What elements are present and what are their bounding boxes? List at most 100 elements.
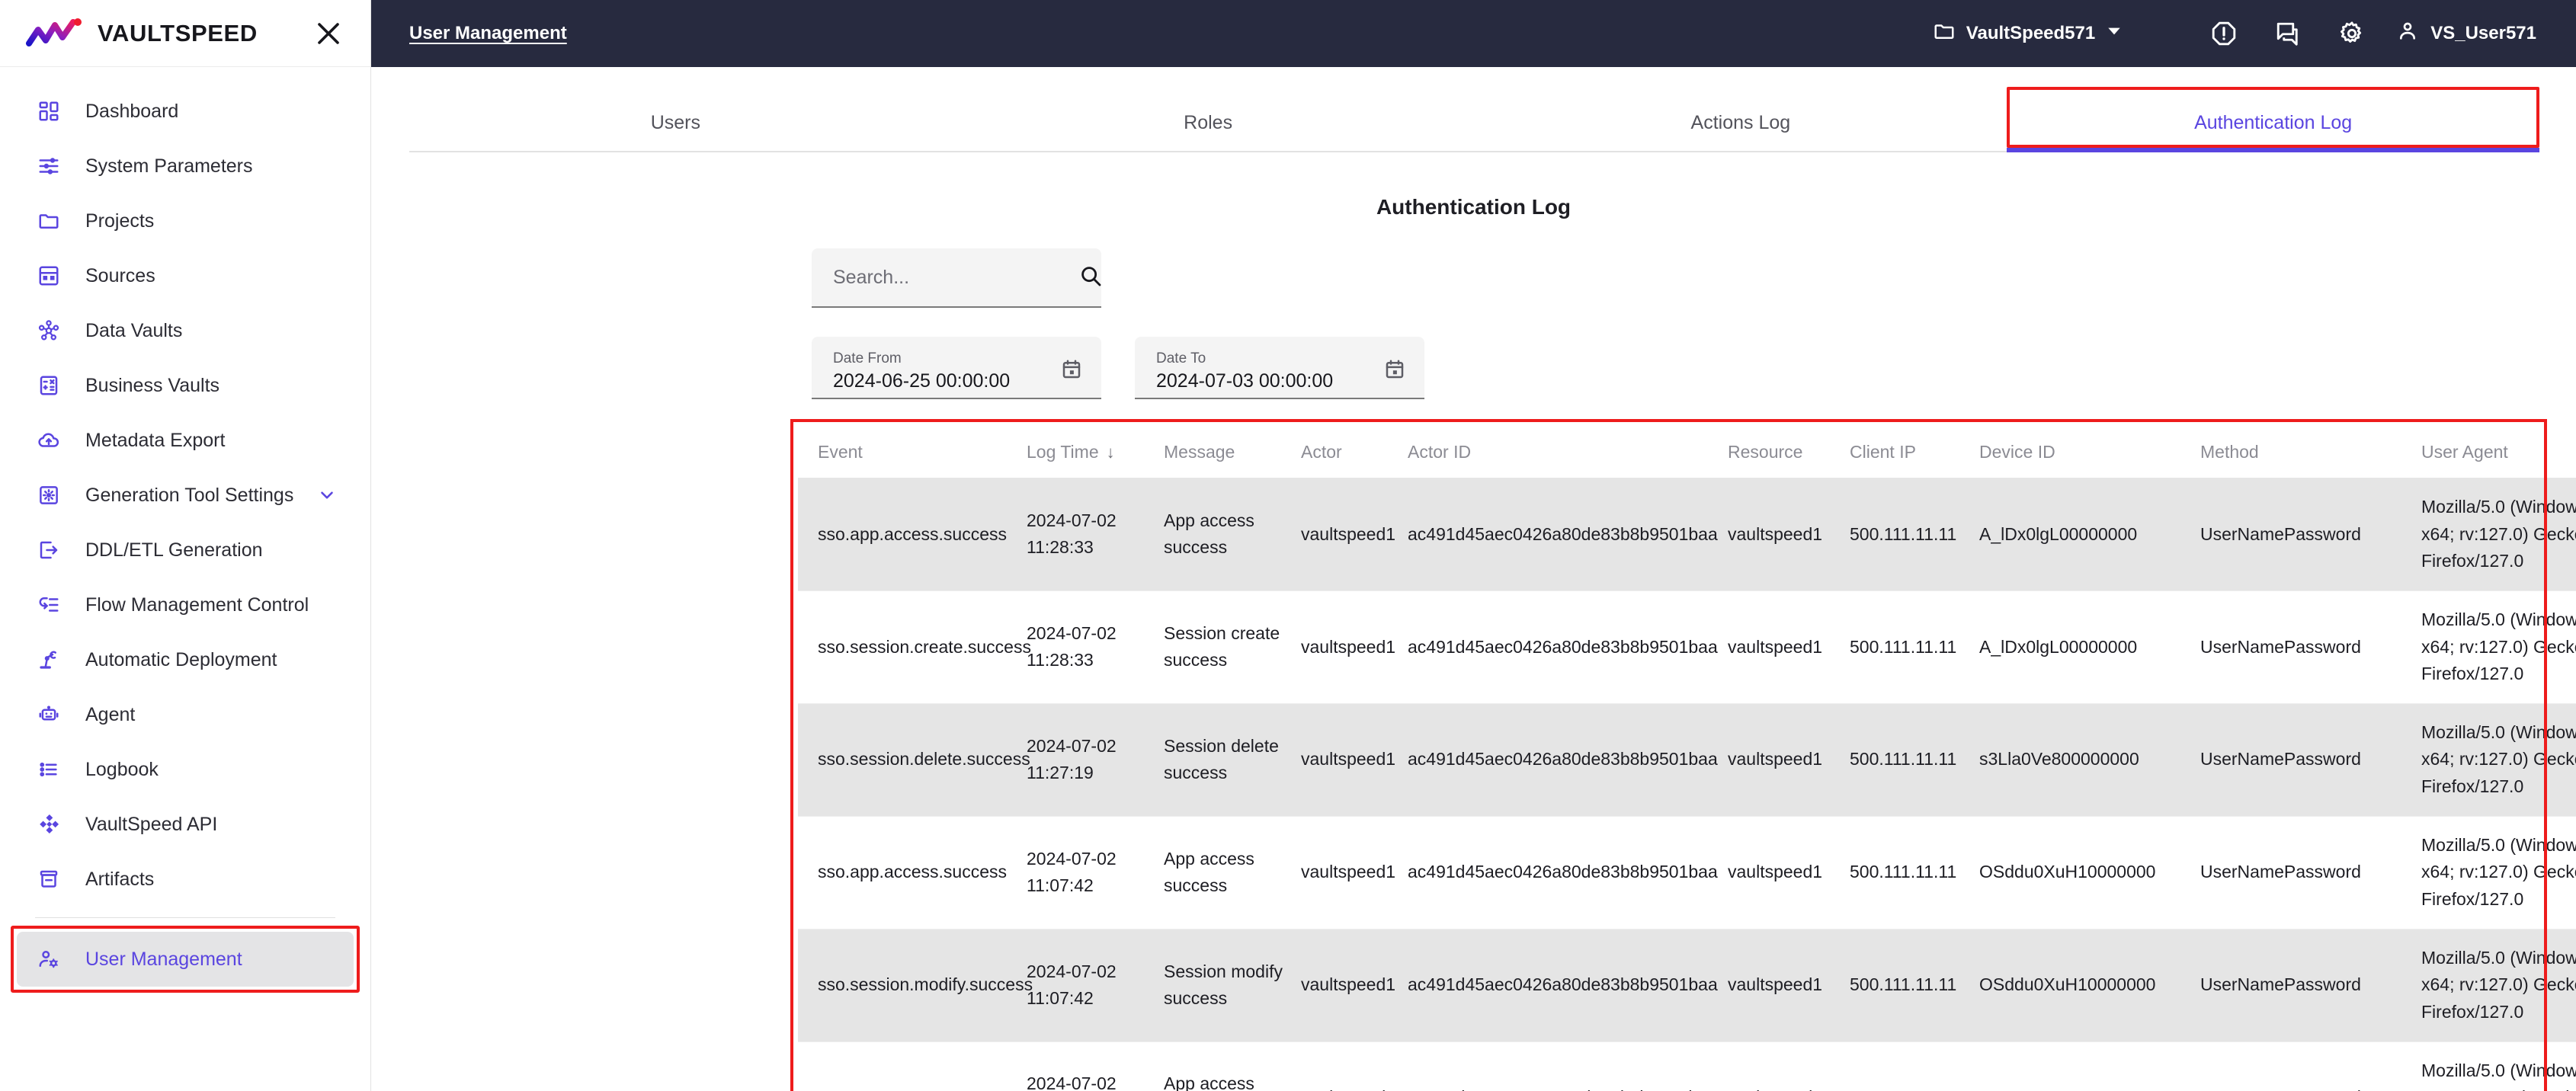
sidebar-item-automatic-deployment[interactable]: Automatic Deployment [17, 632, 354, 687]
tab-label: Actions Log [1690, 112, 1791, 133]
folder-icon [34, 206, 64, 236]
date-to-col: Date To 2024-07-03 00:00:00 [1156, 350, 1383, 392]
table-row[interactable]: sso.session.create.success 2024-07-02 11:… [798, 590, 2576, 704]
cell-device-id: A_lDx0lgL00000000 [1979, 590, 2200, 704]
col-label: Message [1164, 442, 1235, 462]
cell-device-id: OSddu0XuH10000000 [1979, 816, 2200, 929]
breadcrumb[interactable]: User Management [409, 23, 567, 44]
search-box[interactable] [812, 248, 1101, 308]
sidebar-item-generation-tool-settings[interactable]: Generation Tool Settings [17, 468, 354, 523]
tab-authentication-log[interactable]: Authentication Log [2007, 67, 2539, 152]
tab-actions-log[interactable]: Actions Log [1475, 67, 2007, 151]
cell-method: UserNamePassword [2200, 816, 2421, 929]
sidebar-item-label: System Parameters [85, 155, 253, 177]
sidebar-item-agent[interactable]: Agent [17, 687, 354, 742]
sidebar-nav: Dashboard System Parameters Projects Sou… [0, 67, 370, 1091]
sidebar-item-artifacts[interactable]: Artifacts [17, 852, 354, 907]
table-row[interactable]: sso.app.access.success2024-07-02 11:07:3… [798, 1041, 2576, 1091]
column-header-event[interactable]: Event [798, 425, 1027, 478]
topbar: User Management VaultSpeed571 VS_User571 [371, 0, 2576, 67]
sidebar-item-ddl-etl-generation[interactable]: DDL/ETL Generation [17, 523, 354, 577]
sidebar: VAULTSPEED Dashboard System Parameters P… [0, 0, 371, 1091]
search-icon[interactable] [1078, 264, 1103, 292]
content-area: Users Roles Actions Log Authentication L… [371, 67, 2576, 1091]
col-label: Log Time [1027, 442, 1099, 462]
chevron-down-icon[interactable] [317, 485, 337, 505]
tabs: Users Roles Actions Log Authentication L… [409, 67, 2539, 152]
gear-icon[interactable] [2328, 10, 2376, 57]
date-from-col: Date From 2024-06-25 00:00:00 [833, 350, 1060, 392]
robot-icon [34, 699, 64, 730]
brand: VAULTSPEED [26, 18, 258, 50]
tab-label: Roles [1184, 112, 1233, 133]
column-header-actor[interactable]: Actor [1301, 425, 1408, 478]
calendar-icon[interactable] [1383, 358, 1406, 385]
col-label: User Agent [2421, 442, 2508, 462]
cell-actor-id: ac491d45aec0426a80de83b8b9501baa [1408, 929, 1728, 1042]
sidebar-item-business-vaults[interactable]: Business Vaults [17, 358, 354, 413]
column-header-log-time[interactable]: Log Time ↓ [1027, 425, 1164, 478]
chat-icon[interactable] [2264, 10, 2312, 57]
sidebar-header: VAULTSPEED [0, 0, 370, 67]
column-header-actor-id[interactable]: Actor ID [1408, 425, 1728, 478]
cell-user-agent: Mozilla/5.0 (Windows NT 10.0; Win64; x64… [2421, 816, 2576, 929]
cell-log-time: 2024-07-02 11:07:42 [1027, 816, 1164, 929]
cell-log-time: 2024-07-02 11:28:33 [1027, 590, 1164, 704]
sidebar-item-sources[interactable]: Sources [17, 248, 354, 303]
column-header-message[interactable]: Message [1164, 425, 1301, 478]
col-label: Actor [1301, 442, 1342, 462]
sidebar-item-system-parameters[interactable]: System Parameters [17, 139, 354, 194]
tab-roles[interactable]: Roles [942, 67, 1475, 151]
vaultspeed-logo-icon [26, 18, 84, 50]
table-row[interactable]: sso.session.modify.success 2024-07-02 11:… [798, 929, 2576, 1042]
close-icon[interactable] [316, 21, 341, 46]
sidebar-item-user-management[interactable]: User Management [17, 932, 354, 987]
sidebar-item-logbook[interactable]: Logbook [17, 742, 354, 797]
column-header-method[interactable]: Method [2200, 425, 2421, 478]
tab-users[interactable]: Users [409, 67, 942, 151]
date-to-field[interactable]: Date To 2024-07-03 00:00:00 [1135, 337, 1424, 399]
project-selector[interactable]: VaultSpeed571 [1933, 20, 2123, 48]
cell-client-ip: 500.111.11.11 [1850, 590, 1979, 704]
topbar-right: VaultSpeed571 VS_User571 [1933, 10, 2536, 57]
alert-octagon-icon[interactable] [2200, 10, 2248, 57]
sidebar-item-label: Artifacts [85, 868, 155, 890]
cell-event: sso.session.delete.success [798, 703, 1030, 817]
cell-log-time: 2024-07-02 11:28:33 [1027, 478, 1164, 591]
col-label: Device ID [1979, 442, 2055, 462]
calendar-icon[interactable] [1060, 358, 1083, 385]
cell-actor: vaultspeed1 [1301, 703, 1408, 817]
cell-client-ip: 500.111.11.11 [1850, 478, 1979, 591]
cell-message: App access success [1164, 478, 1301, 591]
cell-device-id: OSddu0XuH10000000 [1979, 929, 2200, 1042]
cell-event: sso.app.access.success [798, 816, 1027, 929]
table-row[interactable]: sso.app.access.success 2024-07-02 11:28:3… [798, 478, 2576, 591]
sidebar-item-data-vaults[interactable]: Data Vaults [17, 303, 354, 358]
search-input[interactable] [833, 266, 1078, 289]
archive-icon [34, 864, 64, 894]
sidebar-item-label: VaultSpeed API [85, 813, 218, 835]
table-row[interactable]: sso.app.access.success 2024-07-02 11:07:4… [798, 816, 2576, 929]
date-range: Date From 2024-06-25 00:00:00 Date To 20… [812, 337, 2576, 399]
sidebar-item-label: Generation Tool Settings [85, 484, 294, 506]
user-menu[interactable]: VS_User571 [2395, 19, 2536, 49]
export-arrow-icon [34, 535, 64, 565]
sidebar-item-vaultspeed-api[interactable]: VaultSpeed API [17, 797, 354, 852]
sidebar-item-label: Sources [85, 264, 155, 286]
table-row[interactable]: sso.session.delete.success 2024-07-02 11:… [798, 703, 2576, 817]
sidebar-item-flow-management-control[interactable]: Flow Management Control [17, 577, 354, 632]
sidebar-item-user-management-wrap: User Management [0, 926, 370, 993]
sidebar-item-label: Dashboard [85, 100, 179, 122]
column-header-resource[interactable]: Resource [1728, 425, 1850, 478]
cell-event: sso.session.modify.success [798, 929, 1033, 1042]
sidebar-item-metadata-export[interactable]: Metadata Export [17, 413, 354, 468]
calculator-icon [34, 370, 64, 401]
column-header-user-agent[interactable]: User Agent [2421, 425, 2576, 478]
sidebar-item-dashboard[interactable]: Dashboard [17, 84, 354, 139]
sidebar-divider [35, 917, 335, 918]
column-header-device-id[interactable]: Device ID [1979, 425, 2200, 478]
column-header-client-ip[interactable]: Client IP [1850, 425, 1979, 478]
sidebar-item-label: Agent [85, 703, 136, 725]
date-from-field[interactable]: Date From 2024-06-25 00:00:00 [812, 337, 1101, 399]
sidebar-item-projects[interactable]: Projects [17, 194, 354, 248]
